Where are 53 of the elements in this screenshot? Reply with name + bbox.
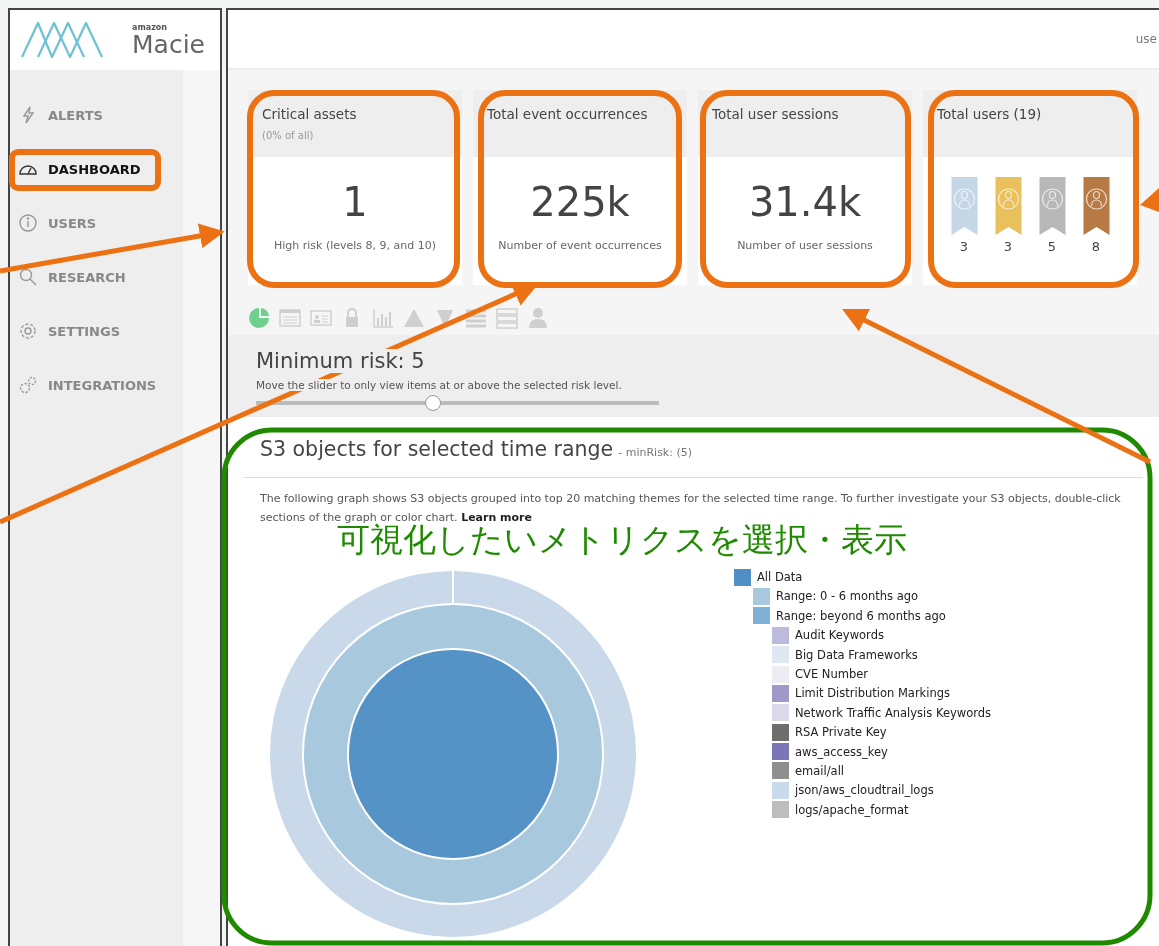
server-icon[interactable] (496, 307, 518, 329)
warning-icon[interactable] (403, 307, 425, 329)
metric-caption: High risk (levels 8, 9, and 10) (273, 239, 437, 252)
chart-subtitle: - minRisk: (5) (618, 446, 693, 459)
card-title: Total user sessions (712, 106, 840, 122)
user-count: 3 (1003, 239, 1013, 254)
legend-label[interactable]: Range: beyond 6 months ago (776, 608, 946, 623)
info-icon (18, 213, 38, 233)
search-icon (18, 267, 38, 287)
metric-value: 1 (342, 179, 368, 225)
card-subtitle: (0% of all) (262, 130, 315, 141)
legend-label[interactable]: Network Traffic Analysis Keywords (795, 705, 992, 720)
learn-more-link[interactable]: Learn more (461, 510, 532, 524)
nav-item[interactable]: DASHBOARD (10, 142, 183, 196)
legend-label[interactable]: Audit Keywords (795, 628, 884, 643)
annotation-caption: 可視化したいメトリクスを選択・表示 (337, 522, 907, 559)
risk-title: Minimum risk: 5 (256, 349, 425, 373)
pie-chart-icon[interactable] (248, 307, 270, 329)
gears-icon (18, 375, 38, 395)
user-label[interactable]: use (1135, 32, 1157, 46)
risk-hint: Move the slider to only view items at or above the selected risk level. (256, 379, 622, 391)
legend-label[interactable]: email/all (795, 763, 845, 778)
person-icon[interactable] (527, 307, 549, 329)
legend-label[interactable]: Big Data Frameworks (795, 647, 918, 662)
bar-chart-icon[interactable] (372, 307, 394, 329)
chart-title: S3 objects for selected time range (260, 437, 614, 461)
arrow-head (1140, 188, 1159, 212)
legend-label[interactable]: CVE Number (795, 667, 868, 681)
legend-label[interactable]: logs/apache_format (795, 802, 909, 817)
slider-thumb[interactable] (425, 395, 442, 411)
logo-brand-text: amazon (132, 23, 168, 32)
card-title: Critical assets (262, 106, 358, 122)
card-title: Total users (19) (937, 106, 1043, 122)
legend-label[interactable]: Limit Distribution Markings (795, 686, 951, 701)
user-count: 8 (1091, 239, 1101, 254)
metric-value: 31.4k (748, 179, 862, 225)
card-icon[interactable] (310, 307, 332, 329)
user-count: 5 (1047, 239, 1057, 254)
metric-value: 225k (530, 179, 630, 225)
user-count: 3 (959, 239, 969, 254)
card-title: Total event occurrences (487, 106, 649, 122)
logo-product-text: Macie (132, 31, 205, 57)
legend-label[interactable]: All Data (757, 570, 803, 585)
legend-label[interactable]: Range: 0 - 6 months ago (776, 589, 919, 604)
legend-label[interactable]: RSA Private Key (795, 725, 887, 740)
metric-caption: Number of event occurrences (498, 239, 662, 252)
settings-icon (18, 321, 38, 341)
list-icon[interactable] (465, 307, 487, 329)
legend-label[interactable]: aws_access_key (795, 744, 888, 759)
list-icon[interactable] (279, 307, 301, 329)
metric-caption: Number of user sessions (737, 239, 873, 252)
chart-description: The following graph shows S3 objects grouped into top 20 matching themes for the selected time range. To further investigate your S3 objects, double-click sections of the graph or color chart. Learn more (260, 491, 1122, 524)
legend-label[interactable]: json/aws_cloudtrail_logs (795, 783, 934, 798)
